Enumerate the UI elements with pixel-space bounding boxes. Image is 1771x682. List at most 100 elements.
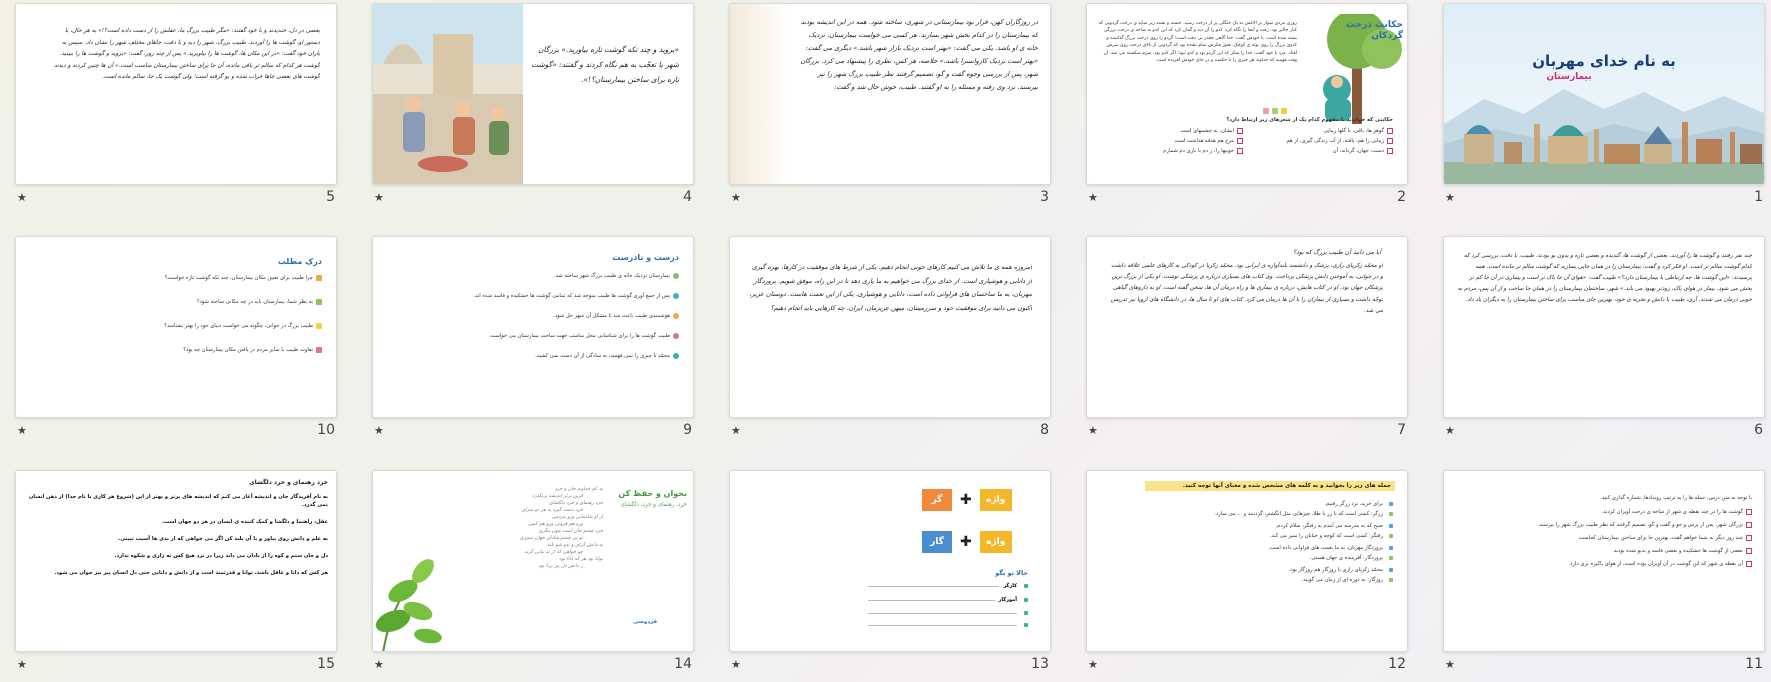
slide-thumbnail-9[interactable]: درست و نادرست بیمارستان نزدیک خانه ی طبی… (372, 236, 694, 443)
word-formula-2: گار ✚ واژه (922, 531, 1012, 553)
option-label: دست، جهان، گرداند، آن (1332, 148, 1384, 154)
slide-6[interactable]: چند نفر رفتند و گوشت ها را آوردند. بعضی … (1443, 236, 1765, 418)
slide-2-body: روزی مردی سوار بر الاغش به یک جنگلی پر ا… (1098, 21, 1297, 64)
slide-12[interactable]: جمله های زیر را بخوانید و به کلمه های مش… (1086, 470, 1408, 652)
order-item[interactable]: آن نقطه ی شهر که این گوشت در آن آویزان ب… (1456, 561, 1752, 567)
meaning-line: به علم و دانش روی بیاور و با آن بلند کن … (118, 536, 328, 542)
slide-thumbnail-14[interactable]: بخوان و حفظ کن خرد، رهنمای و خرد، دلگشای… (372, 470, 694, 677)
slide-3-body: در روزگاران کهن، قرار بود بیمارستانی در … (800, 18, 1038, 91)
poem-line: کزین برتر اندیشه برنگذرد (532, 494, 583, 499)
word-definition: زرگر: کسی است که با زر یا طلا، چیزهایی م… (1099, 511, 1393, 517)
slide-2-title: حکایت درخت گردکان (1346, 20, 1403, 41)
slide-7-star-icon: ★ (1088, 424, 1098, 437)
poem-line: وزو هم فزونی وزو هم کمی (528, 522, 583, 527)
slide-thumbnail-7[interactable]: آیا می دانید آن طبیب بزرگ که بود؟ او محم… (1086, 236, 1408, 443)
slide-thumbnail-15[interactable]: خرد رهنمای و خرد دلگشای به نام آفریدگار … (15, 470, 337, 677)
slide-9[interactable]: درست و نادرست بیمارستان نزدیک خانه ی طبی… (372, 236, 694, 418)
option-label: گوهر ها، باقی، با گلها زیبایی (1323, 128, 1384, 134)
option-label: خوبیها را، ز دم با بازی دم شمارم (1163, 148, 1234, 154)
slide-2[interactable]: حکایت درخت گردکان روزی مردی سوار بر الاغ… (1086, 3, 1408, 185)
slide-thumbnail-3[interactable]: در روزگاران کهن، قرار بود بیمارستانی در … (729, 3, 1051, 210)
true-false-item[interactable]: محمّد تا چیزی را نمی فهمید، به سادگی از … (389, 353, 679, 359)
item-label: صبح که به مدرسه می آمدم به رفتگر، سلام ک… (1275, 523, 1383, 529)
order-item[interactable]: بعضی از گوشت ها خشکیده و بعضی فاسد و بدب… (1456, 548, 1752, 554)
plus-icon: ✚ (960, 534, 972, 550)
word-sentence: برای خرید، نزد زرگر رفتیم. (1099, 501, 1393, 507)
slide-thumbnail-1[interactable]: به نام خدای مهربان بیمارستان ★ 1 (1443, 3, 1765, 210)
item-label: رفتگر: کسی است که کوچه و خیابان را تمیز … (1269, 533, 1383, 539)
slide-3-star-icon: ★ (731, 191, 741, 204)
slide-thumbnail-6[interactable]: چند نفر رفتند و گوشت ها را آوردند. بعضی … (1443, 236, 1765, 443)
answer-blank[interactable] (868, 611, 1028, 615)
item-label: به نظر شما، بیمارستان باید در چه مکانی س… (196, 299, 313, 305)
slide-4[interactable]: «بروید و چند تکه گوشت تازه بیاورید.» بزر… (372, 3, 694, 185)
answer-blank[interactable] (868, 623, 1028, 627)
slide-8[interactable]: امروزه همه ی ما تلاش می کنیم کارهای خوبی… (729, 236, 1051, 418)
slide-13-star-icon: ★ (731, 658, 741, 671)
slide-10-items: چرا طبیب برای تعیین مکان بیمارستان، چند … (32, 275, 322, 353)
slide-9-star-icon: ★ (374, 424, 384, 437)
slide-5-body: بعضی در دل، خندیدند و با خود گفتند: «مگر… (53, 28, 320, 80)
slide-thumbnail-11[interactable]: با توجه به متن درس، جمله ها را به ترتیب … (1443, 470, 1765, 677)
slide-13[interactable]: گر ✚ واژه گار ✚ واژه حالا تو بگو کارگر آ… (729, 470, 1051, 652)
true-false-item[interactable]: طبیب گوشت ها را برای شناسایی محل مناسب ج… (389, 333, 679, 339)
word-sentence: محمّد زکریای رازی با روزگار هم روزگار بو… (1099, 567, 1393, 573)
slide-thumbnail-12[interactable]: جمله های زیر را بخوانید و به کلمه های مش… (1086, 470, 1408, 677)
slide-12-title: جمله های زیر را بخوانید و به کلمه های مش… (1145, 481, 1395, 491)
option-item[interactable]: گوهر ها، باقی، با گلها زیبایی (1253, 128, 1393, 134)
poem-line: خرد رهنمای و خرد دلگشای (549, 501, 603, 506)
order-item[interactable]: بزرگان شهر، پس از پرس و جو و گفت و گو، ت… (1456, 522, 1752, 528)
option-item[interactable]: زیبایی را هم، یافته، از آب زندگی گیری، ا… (1253, 138, 1393, 144)
word-box: واژه (979, 531, 1012, 553)
slide-4-body: «بروید و چند تکه گوشت تازه بیاورید.» بزر… (531, 45, 679, 84)
slide-9-number: 9 (683, 422, 692, 438)
word-formula-1: گر ✚ واژه (922, 489, 1012, 511)
slide-5[interactable]: بعضی در دل، خندیدند و با خود گفتند: «مگر… (15, 3, 337, 185)
slide-8-star-icon: ★ (731, 424, 741, 437)
option-item[interactable]: دست، جهان، گرداند، آن (1253, 148, 1393, 154)
option-item[interactable]: خوبیها را، ز دم با بازی دم شمارم (1103, 148, 1243, 154)
question-item: طبیب بزرگ در جوانی، چگونه می خواست دنیای… (32, 323, 322, 329)
slide-thumbnail-8[interactable]: امروزه همه ی ما تلاش می کنیم کارهای خوبی… (729, 236, 1051, 443)
slide-thumbnail-4[interactable]: «بروید و چند تکه گوشت تازه بیاورید.» بزر… (372, 3, 694, 210)
slide-thumbnail-10[interactable]: درک مطلب چرا طبیب برای تعیین مکان بیمارس… (15, 236, 337, 443)
item-label: بزرگان شهر، پس از پرس و جو و گفت و گو، ت… (1537, 522, 1743, 528)
city-skyline-illustration (1444, 89, 1764, 184)
slide-1-subtitle: بیمارستان (1546, 72, 1592, 82)
true-false-item[interactable]: هوشمندی طبیب باعث شد تا مشکل آن شهر حل ش… (389, 313, 679, 319)
order-item[interactable]: چند روز دیگر به شما خواهم گفت، بهترین جا… (1456, 535, 1752, 541)
slide-5-star-icon: ★ (17, 191, 27, 204)
slide-11[interactable]: با توجه به متن درس، جمله ها را به ترتیب … (1443, 470, 1765, 652)
slide-thumbnail-2[interactable]: حکایت درخت گردکان روزی مردی سوار بر الاغ… (1086, 3, 1408, 210)
slide-11-number: 11 (1745, 656, 1763, 672)
order-item[interactable]: گوشت ها را در چند نقطه ی شهر از شاخه ی د… (1456, 509, 1752, 515)
slide-3[interactable]: در روزگاران کهن، قرار بود بیمارستانی در … (729, 3, 1051, 185)
item-label: بیمارستان نزدیک خانه ی طبیب بزرگ شهر ساخ… (554, 273, 670, 279)
slide-thumbnail-5[interactable]: بعضی در دل، خندیدند و با خود گفتند: «مگر… (15, 3, 337, 210)
slide-12-star-icon: ★ (1088, 658, 1098, 671)
slide-10[interactable]: درک مطلب چرا طبیب برای تعیین مکان بیمارس… (15, 236, 337, 418)
slide-14[interactable]: بخوان و حفظ کن خرد، رهنمای و خرد، دلگشای… (372, 470, 694, 652)
plus-icon: ✚ (960, 492, 972, 508)
slide-15[interactable]: خرد رهنمای و خرد دلگشای به نام آفریدگار … (15, 470, 337, 652)
slide-13-answer-lines: کارگر آموزگار (868, 583, 1028, 627)
slide-4-star-icon: ★ (374, 191, 384, 204)
item-label: پروردگار مهربان، به ما نعمت های فراوانی … (1268, 545, 1383, 551)
slide-thumbnail-13[interactable]: گر ✚ واژه گار ✚ واژه حالا تو بگو کارگر آ… (729, 470, 1051, 677)
option-label: ایشان، نه چشمهای است (1180, 128, 1235, 134)
item-label: طبیب گوشت ها را برای شناسایی محل مناسب ج… (488, 333, 670, 339)
item-label: محمّد تا چیزی را نمی فهمید، به سادگی از … (535, 353, 670, 359)
option-item[interactable]: مرغ هم هدفه هداشت است (1103, 138, 1243, 144)
true-false-item[interactable]: بیمارستان نزدیک خانه ی طبیب بزرگ شهر ساخ… (389, 273, 679, 279)
item-label: هوشمندی طبیب باعث شد تا مشکل آن شهر حل ش… (553, 313, 670, 319)
slide-9-title: درست و نادرست (612, 253, 679, 262)
slide-9-items: بیمارستان نزدیک خانه ی طبیب بزرگ شهر ساخ… (389, 273, 679, 359)
true-false-item[interactable]: پس از جمع آوری گوشت ها طبیب متوجه شد که … (389, 293, 679, 299)
slide-1[interactable]: به نام خدای مهربان بیمارستان (1443, 3, 1765, 185)
slide-7-number: 7 (1397, 422, 1406, 438)
slide-7[interactable]: آیا می دانید آن طبیب بزرگ که بود؟ او محم… (1086, 236, 1408, 418)
slide-14-title: بخوان و حفظ کن (618, 489, 687, 498)
slide-15-title: خرد رهنمای و خرد دلگشای (249, 479, 328, 486)
option-item[interactable]: ایشان، نه چشمهای است (1103, 128, 1243, 134)
slide-6-number: 6 (1754, 422, 1763, 438)
